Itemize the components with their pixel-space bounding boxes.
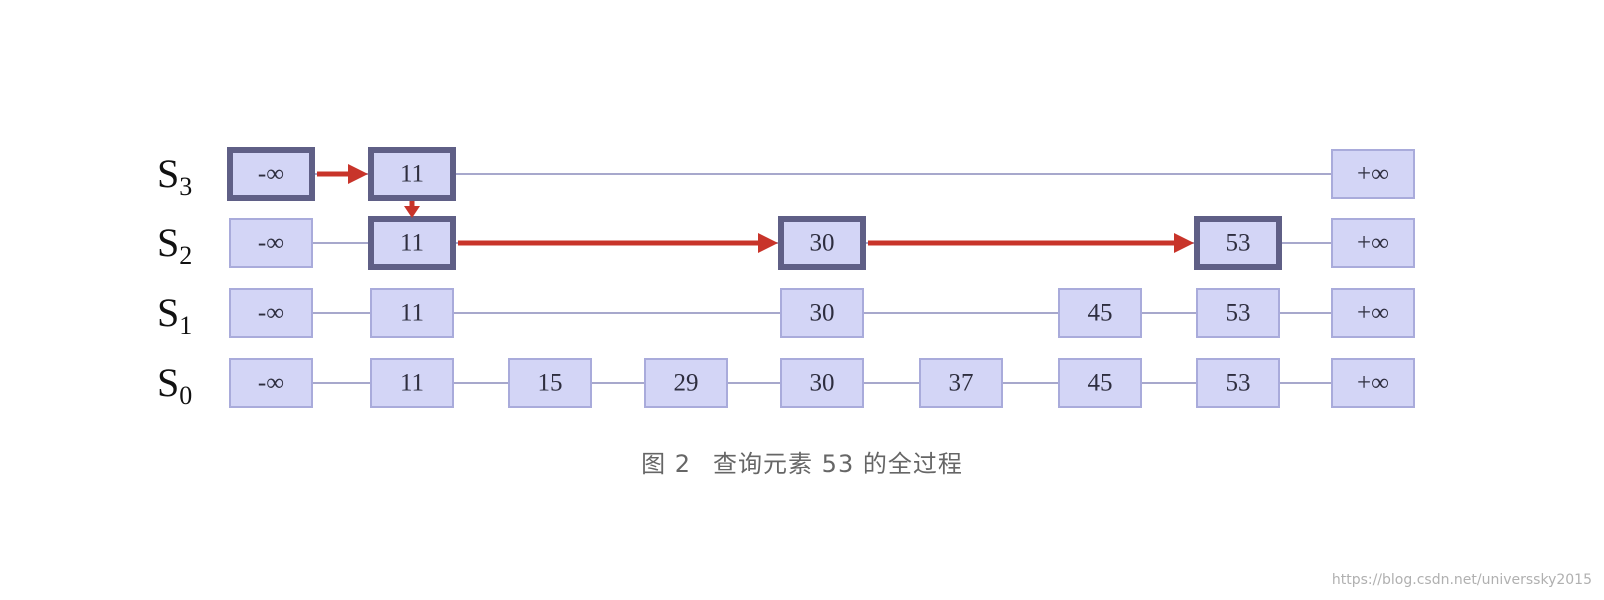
node-value: 37 (949, 370, 974, 397)
node-s3-0: -∞ (227, 147, 315, 201)
level-label-s0: S0 (157, 360, 192, 410)
node-value: +∞ (1357, 161, 1389, 188)
node-s2-1: 11 (368, 216, 456, 270)
level-subscript: 3 (179, 172, 192, 201)
node-s0-3: 29 (644, 358, 728, 408)
node-s1-0: -∞ (229, 288, 313, 338)
level-label-s1: S1 (157, 290, 192, 340)
level-subscript: 0 (179, 381, 192, 410)
skip-list-diagram: -∞ 11 +∞-∞ 11 30 53 +∞-∞ 11 30 45 53 +∞-∞ 11 15 29 30 37… (157, 147, 1415, 410)
node-value: 15 (538, 370, 563, 397)
node-s1-1: 11 (370, 288, 454, 338)
node-s3-8: +∞ (1331, 149, 1415, 199)
search-arrow-4 (868, 233, 1194, 253)
node-value: -∞ (258, 230, 284, 257)
node-s1-4: 30 (780, 288, 864, 338)
node-value: 53 (1226, 370, 1251, 397)
node-value: 30 (810, 230, 835, 257)
node-value: +∞ (1357, 370, 1389, 397)
node-s3-1: 11 (368, 147, 456, 201)
node-s1-6: 45 (1058, 288, 1142, 338)
node-s1-7: 53 (1196, 288, 1280, 338)
arrow-head (348, 164, 368, 184)
level-letter: S (157, 220, 179, 265)
node-value: +∞ (1357, 230, 1389, 257)
node-s2-4: 30 (778, 216, 866, 270)
figure-number: 图 2 (641, 450, 692, 478)
node-s0-5: 37 (919, 358, 1003, 408)
caption-text: 查询元素 53 的全过程 (713, 450, 963, 478)
search-arrow-2 (404, 201, 420, 218)
node-value: 11 (400, 300, 424, 327)
node-value: 53 (1226, 230, 1251, 257)
level-letter: S (157, 360, 179, 405)
arrow-head (758, 233, 778, 253)
node-s2-0: -∞ (229, 218, 313, 268)
search-arrow-3 (458, 233, 778, 253)
level-subscript: 2 (179, 241, 192, 270)
node-value: 30 (810, 300, 835, 327)
node-value: 45 (1088, 300, 1113, 327)
node-value: +∞ (1357, 300, 1389, 327)
nodes-layer: -∞ 11 +∞ -∞ 11 30 53 +∞ -∞ 11 30 45 53 +∞ -∞ 11 15 29 30 37… (227, 147, 1415, 408)
node-s0-1: 11 (370, 358, 454, 408)
level-letter: S (157, 151, 179, 196)
level-label-s3: S3 (157, 151, 192, 201)
arrow-head (1174, 233, 1194, 253)
node-value: 29 (674, 370, 699, 397)
node-value: 11 (400, 230, 424, 257)
node-value: -∞ (258, 300, 284, 327)
level-label-s2: S2 (157, 220, 192, 270)
node-s0-8: +∞ (1331, 358, 1415, 408)
node-s2-8: +∞ (1331, 218, 1415, 268)
links-layer (312, 173, 1332, 384)
node-s0-2: 15 (508, 358, 592, 408)
watermark: https://blog.csdn.net/universsky2015 (1331, 572, 1592, 588)
node-s0-7: 53 (1196, 358, 1280, 408)
node-value: 53 (1226, 300, 1251, 327)
node-s1-8: +∞ (1331, 288, 1415, 338)
search-arrow-1 (317, 164, 368, 184)
node-s2-7: 53 (1194, 216, 1282, 270)
node-value: -∞ (258, 161, 284, 188)
node-value: 11 (400, 161, 424, 188)
node-s0-6: 45 (1058, 358, 1142, 408)
level-subscript: 1 (179, 311, 192, 340)
node-s0-4: 30 (780, 358, 864, 408)
node-s0-0: -∞ (229, 358, 313, 408)
node-value: -∞ (258, 370, 284, 397)
node-value: 30 (810, 370, 835, 397)
level-labels: S3S2S1S0 (157, 151, 192, 410)
node-value: 11 (400, 370, 424, 397)
node-value: 45 (1088, 370, 1113, 397)
level-letter: S (157, 290, 179, 335)
figure-caption: 图 2 查询元素 53 的全过程 (0, 444, 1604, 479)
